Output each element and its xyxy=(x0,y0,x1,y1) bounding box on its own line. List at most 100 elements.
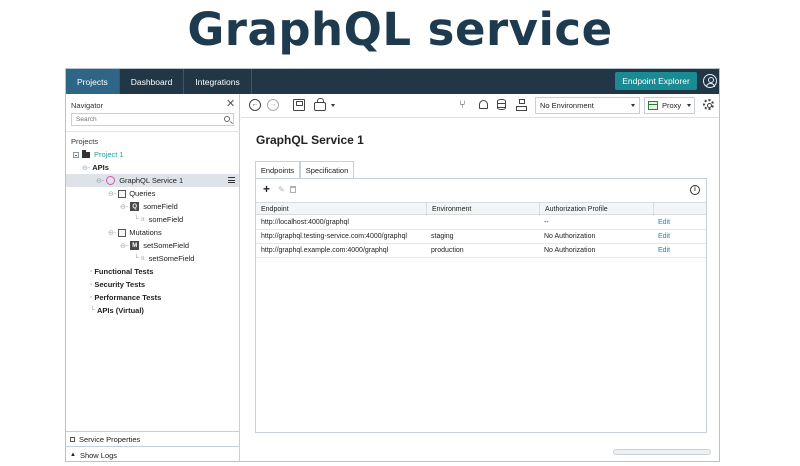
queries-icon xyxy=(118,189,127,198)
hamburger-menu-icon[interactable] xyxy=(228,177,235,183)
proxy-select[interactable]: Proxy xyxy=(644,97,695,114)
tree-line: ⊖- xyxy=(108,229,117,237)
divider xyxy=(66,131,240,132)
tree-item-apis[interactable]: ⊖- APIs xyxy=(82,161,109,174)
tree-label-apis: APIs xyxy=(92,163,109,172)
tree-line: ⊖- xyxy=(96,177,105,185)
database-icon[interactable] xyxy=(497,99,506,110)
tree-line: ⊖- xyxy=(108,190,117,198)
tree-line: └ xyxy=(90,307,95,314)
tree-item-mutation-op[interactable]: ⊖- M setSomeField xyxy=(120,239,189,252)
cell-auth: No Authorization xyxy=(544,233,596,240)
lock-icon[interactable] xyxy=(314,98,326,111)
chevron-down-icon xyxy=(631,104,635,107)
app-window: Projects Dashboard Integrations Endpoint… xyxy=(65,68,720,462)
expand-icon xyxy=(70,436,75,442)
search-input[interactable] xyxy=(71,113,234,126)
column-header-environment[interactable]: Environment xyxy=(426,203,539,216)
navigator-title: Navigator xyxy=(71,101,104,110)
info-icon[interactable]: i xyxy=(690,185,700,195)
cell-endpoint: http://graphql.testing-service.com:4000/… xyxy=(261,233,407,240)
tree-line: ⊖- xyxy=(82,164,91,172)
tab-specification[interactable]: Specification xyxy=(300,161,354,178)
tree-label-mutations: Mutations xyxy=(129,228,162,237)
chevron-down-icon xyxy=(687,104,691,107)
tree-line: └ xyxy=(134,255,139,262)
table-row[interactable]: http://graphql.testing-service.com:4000/… xyxy=(256,230,706,244)
tree-item-graphql-service[interactable]: ⊖- GraphQL Service 1 xyxy=(66,174,239,187)
collapse-icon[interactable] xyxy=(73,151,79,158)
navigator-panel: Navigator ✕ Projects Project 1 ⊖- APIs ⊖… xyxy=(66,94,240,461)
edit-link[interactable]: Edit xyxy=(653,216,706,229)
edit-link[interactable]: Edit xyxy=(653,230,706,243)
cell-endpoint: http://localhost:4000/graphql xyxy=(261,219,349,226)
tab-projects[interactable]: Projects xyxy=(66,69,120,94)
tree-item-apis-virtual[interactable]: └ APIs (Virtual) xyxy=(90,304,144,317)
close-icon[interactable]: ✕ xyxy=(226,97,235,110)
tree-item-queries[interactable]: ⊖- Queries xyxy=(108,187,155,200)
trash-icon[interactable] xyxy=(290,186,296,193)
add-icon[interactable]: + xyxy=(263,183,270,195)
cell-environment: production xyxy=(431,247,464,254)
mutation-icon: M xyxy=(130,241,140,250)
tree-item-functional-tests[interactable]: - Functional Tests xyxy=(90,265,153,278)
chevron-down-icon[interactable] xyxy=(331,104,335,107)
user-icon[interactable] xyxy=(703,74,717,88)
show-logs-toggle[interactable]: ▲ Show Logs xyxy=(66,446,240,461)
tab-dashboard[interactable]: Dashboard xyxy=(120,69,185,94)
field-icon: ∷ xyxy=(140,215,145,223)
grid-header: Endpoint Environment Authorization Profi… xyxy=(256,202,706,216)
save-icon[interactable] xyxy=(293,99,305,111)
tab-integrations[interactable]: Integrations xyxy=(184,69,252,94)
bell-icon[interactable] xyxy=(479,100,488,109)
page-title: GraphQL Service 1 xyxy=(256,133,364,147)
tree-label-queries: Queries xyxy=(129,189,156,198)
column-header-auth[interactable]: Authorization Profile xyxy=(539,203,653,216)
search-icon[interactable] xyxy=(224,116,230,122)
tree-label-query-op: someField xyxy=(143,202,178,211)
tree-line: ⊖- xyxy=(120,203,129,211)
proxy-value: Proxy xyxy=(662,101,682,110)
tree-item-security-tests[interactable]: - Security Tests xyxy=(90,278,145,291)
branch-icon[interactable]: ⑂ xyxy=(459,99,471,111)
table-row[interactable]: http://graphql.example.com:4000/graphql … xyxy=(256,244,706,258)
tree-item-mutations[interactable]: ⊖- Mutations xyxy=(108,226,162,239)
toolbar: ← → ⑂ No Environment Proxy xyxy=(241,94,719,118)
service-properties-toggle[interactable]: Service Properties xyxy=(66,431,240,446)
cell-auth: No Authorization xyxy=(544,247,596,254)
tree-label-functional-tests: Functional Tests xyxy=(94,267,154,276)
tab-endpoints[interactable]: Endpoints xyxy=(255,161,300,178)
tree-item-performance-tests[interactable]: - Performance Tests xyxy=(90,291,161,304)
query-icon: Q xyxy=(130,202,140,211)
graphql-icon xyxy=(106,176,116,185)
tree-line: - xyxy=(90,294,93,301)
pencil-icon[interactable]: ✎ xyxy=(278,185,285,194)
back-icon[interactable]: ← xyxy=(249,99,261,111)
tree-item-query-op[interactable]: ⊖- Q someField xyxy=(120,200,178,213)
tree-line: - xyxy=(90,268,93,275)
tree-item-project[interactable]: Project 1 xyxy=(73,148,124,161)
tree-label-project: Project 1 xyxy=(94,150,124,159)
field-icon: ∷ xyxy=(140,254,145,262)
gear-icon[interactable] xyxy=(703,99,714,110)
network-icon[interactable] xyxy=(516,99,527,111)
cell-endpoint: http://graphql.example.com:4000/graphql xyxy=(261,247,389,254)
mutations-icon xyxy=(118,228,127,237)
tree-label-mutation-op: setSomeField xyxy=(143,241,190,250)
endpoint-explorer-button[interactable]: Endpoint Explorer xyxy=(615,72,697,90)
tree-item-mutation-field[interactable]: └ ∷ setSomeField xyxy=(134,252,194,265)
column-header-endpoint[interactable]: Endpoint xyxy=(256,203,426,216)
tree-label-security-tests: Security Tests xyxy=(94,280,146,289)
proxy-icon xyxy=(648,101,658,110)
edit-link[interactable]: Edit xyxy=(653,244,706,257)
service-properties-label: Service Properties xyxy=(79,434,141,444)
horizontal-scrollbar[interactable] xyxy=(613,449,711,455)
tree-label-performance-tests: Performance Tests xyxy=(94,293,162,302)
table-row[interactable]: http://localhost:4000/graphql -- Edit xyxy=(256,216,706,230)
tree-item-query-field[interactable]: └ ∷ someField xyxy=(134,213,183,226)
forward-icon[interactable]: → xyxy=(267,99,279,111)
environment-select[interactable]: No Environment xyxy=(535,97,640,114)
chevron-up-icon: ▲ xyxy=(70,452,76,458)
tree-line: └ xyxy=(134,216,139,223)
tree-label-mutation-field: setSomeField xyxy=(148,254,195,263)
